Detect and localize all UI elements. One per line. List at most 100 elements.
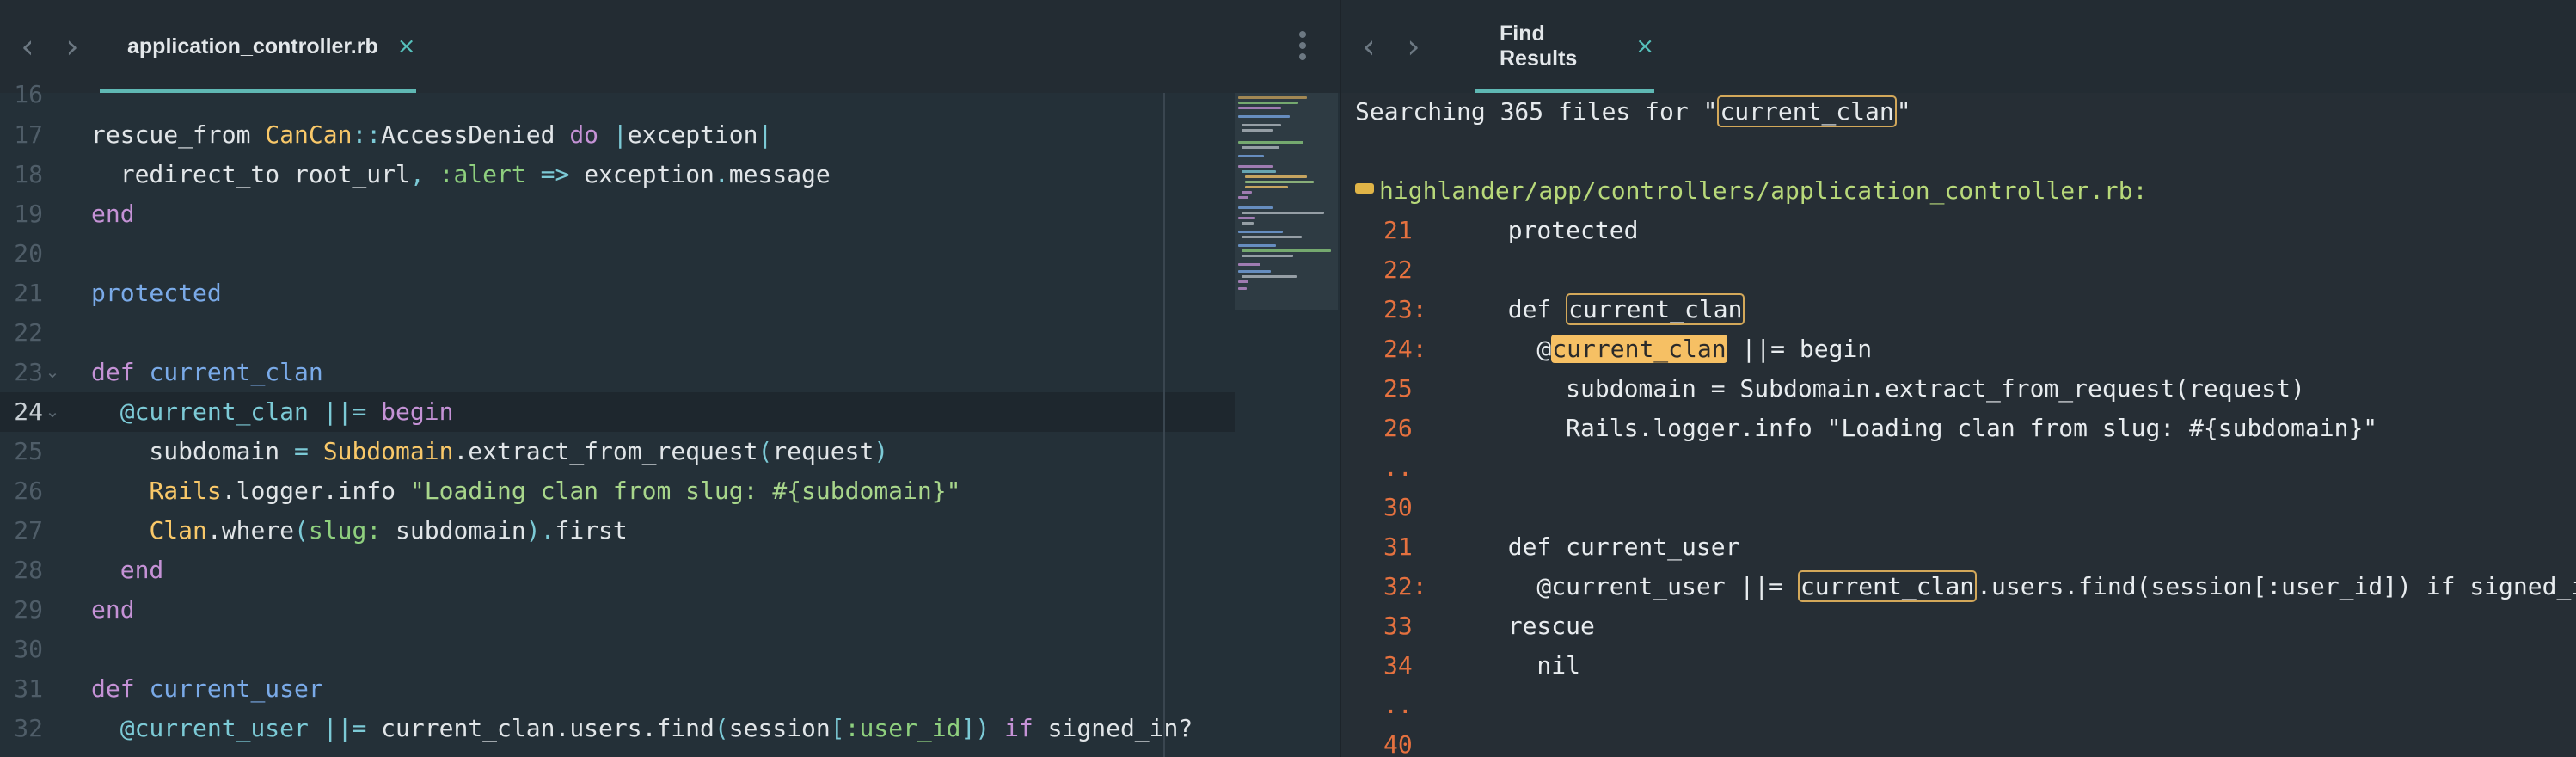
minimap-line	[1242, 191, 1252, 194]
editor-tabbar: ‹ › application_controller.rb ×	[0, 0, 1341, 93]
minimap-line	[1238, 280, 1248, 283]
line-number: 19	[14, 200, 43, 228]
tab-label: application_controller.rb	[127, 34, 378, 58]
result-line-match[interactable]: @current_clan ||= begin	[1479, 329, 1872, 369]
minimap-line	[1238, 270, 1271, 273]
line-number: 28	[14, 556, 43, 584]
line-number: 29	[14, 595, 43, 624]
line-number: 17	[14, 120, 43, 149]
match-highlight: current_clan	[1566, 293, 1745, 325]
code-line: end	[91, 556, 164, 584]
result-line[interactable]: subdomain = Subdomain.extract_from_reque…	[1479, 369, 2305, 409]
minimap-line	[1238, 244, 1276, 247]
line-number: 20	[14, 239, 43, 268]
minimap-line	[1242, 255, 1293, 257]
vertical-ellipsis-icon[interactable]	[1295, 31, 1310, 65]
line-number: 31	[14, 674, 43, 703]
code-line: @current_user ||= current_clan.users.fin…	[91, 714, 1193, 742]
line-number: 23	[14, 358, 43, 386]
minimap-line	[1242, 212, 1324, 214]
result-line[interactable]: Rails.logger.info "Loading clan from slu…	[1479, 409, 2377, 448]
code-line: redirect_to root_url, :alert => exceptio…	[91, 160, 831, 188]
result-line[interactable]: nil	[1479, 646, 1580, 686]
minimap-line	[1238, 165, 1273, 168]
editor-pane: ‹ › application_controller.rb × 16 17 18…	[0, 0, 1341, 757]
result-line-number[interactable]: 30	[1383, 488, 1512, 527]
minimap[interactable]	[1235, 93, 1341, 757]
nav-back-icon[interactable]: ‹	[10, 24, 45, 69]
result-line-number[interactable]: 22	[1383, 250, 1512, 290]
code-line: subdomain = Subdomain.extract_from_reque…	[91, 437, 889, 465]
fold-arrow-icon[interactable]: ⌄	[41, 361, 64, 382]
result-gap: ..	[1383, 453, 1413, 482]
line-number-active: 24	[14, 397, 43, 426]
minimap-line	[1238, 206, 1273, 209]
wrap-guide	[1163, 93, 1165, 757]
minimap-line	[1242, 146, 1279, 149]
code-line: end	[91, 595, 135, 624]
code-line: def current_user	[91, 674, 323, 703]
minimap-line	[1245, 186, 1288, 188]
nav-forward-icon[interactable]: ›	[1396, 24, 1431, 69]
minimap-line	[1238, 102, 1298, 104]
line-number: 32	[14, 714, 43, 742]
match-highlight: current_clan	[1797, 570, 1978, 602]
editor-window: ‹ › application_controller.rb × 16 17 18…	[0, 0, 2576, 757]
tab-active-indicator	[100, 89, 416, 93]
minimap-line	[1238, 231, 1283, 233]
result-line[interactable]: protected	[1479, 211, 1639, 250]
nav-forward-icon[interactable]: ›	[55, 24, 89, 69]
line-number: 25	[14, 437, 43, 465]
code-line: def current_clan	[91, 358, 323, 386]
line-number: 16	[14, 80, 43, 103]
minimap-line	[1245, 181, 1314, 183]
result-line[interactable]: def current_user	[1479, 527, 1740, 567]
minimap-line	[1238, 141, 1303, 144]
line-number: 21	[14, 279, 43, 307]
minimap-line	[1238, 107, 1281, 109]
minimap-line	[1242, 275, 1297, 278]
line-number: 26	[14, 477, 43, 505]
tab-label: Find Results	[1500, 22, 1578, 71]
result-file-path[interactable]: highlander/app/controllers/application_c…	[1355, 171, 2147, 211]
minimap-line	[1242, 236, 1302, 238]
line-number: 18	[14, 160, 43, 188]
fold-arrow-icon[interactable]: ⌄	[41, 401, 64, 422]
line-number: 27	[14, 516, 43, 545]
minimap-line	[1238, 217, 1255, 219]
code-line: rescue_from CanCan::AccessDenied do |exc…	[91, 120, 773, 149]
nav-back-icon[interactable]: ‹	[1352, 24, 1386, 69]
minimap-line	[1238, 287, 1247, 290]
result-line-number[interactable]: 40	[1383, 725, 1512, 757]
result-line-match[interactable]: def current_clan	[1479, 290, 1745, 329]
minimap-line	[1238, 155, 1264, 157]
minimap-line	[1238, 96, 1307, 99]
find-results-tabbar: ‹ › Find Results ×	[1341, 0, 2576, 93]
search-summary: Searching 365 files for " current_clan "	[1355, 95, 1911, 127]
close-icon[interactable]: ×	[397, 34, 416, 59]
minimap-line	[1245, 175, 1307, 178]
tab-application-controller[interactable]: application_controller.rb ×	[100, 0, 416, 93]
minimap-line	[1242, 222, 1254, 225]
minimap-line	[1242, 249, 1331, 252]
line-number: 30	[14, 635, 43, 663]
code-line-active: @current_clan ||= begin	[91, 397, 454, 426]
code-line: Clan.where(slug: subdomain).first	[149, 516, 628, 545]
result-ellipsis-icon	[1355, 183, 1374, 194]
match-selected: current_clan	[1551, 335, 1727, 363]
minimap-line	[1238, 115, 1290, 118]
result-line[interactable]: rescue	[1479, 606, 1595, 646]
minimap-line	[1242, 124, 1281, 126]
code-line: end	[91, 200, 135, 228]
line-number: 22	[14, 318, 43, 347]
code-line: Rails.logger.info "Loading clan from slu…	[149, 477, 961, 505]
result-line-match[interactable]: @current_user ||= current_clan .users.fin…	[1479, 567, 2576, 606]
minimap-line	[1238, 263, 1260, 266]
minimap-line	[1242, 129, 1273, 132]
result-gap: ..	[1383, 691, 1413, 719]
close-icon[interactable]: ×	[1635, 34, 1654, 59]
tab-find-results[interactable]: Find Results ×	[1475, 0, 1654, 93]
search-query: current_clan	[1717, 95, 1897, 127]
minimap-line	[1238, 196, 1248, 199]
minimap-line	[1242, 170, 1276, 173]
